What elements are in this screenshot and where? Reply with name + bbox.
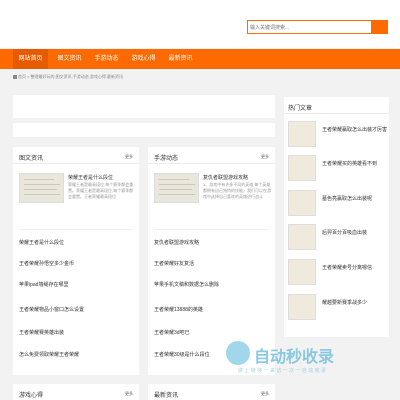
mobile-list-item[interactable]: 复仇者联盟游戏攻略: [154, 239, 199, 246]
home-icon: [13, 74, 17, 79]
mobile-feature-thumbnail[interactable]: [154, 173, 199, 203]
nav-item-latest[interactable]: 最新资讯: [163, 49, 198, 69]
hot-article-item[interactable]: 墓色亮赢取怎么出装呢: [288, 190, 389, 228]
tips-panel-title: 游戏心得: [19, 393, 44, 399]
news-panel: 图文资讯 更多 荣耀王者是什么段位 荣耀王者是最高段位,每个赛季都会重置。荣耀王…: [13, 147, 139, 375]
tips-more-link[interactable]: 更多: [125, 391, 133, 397]
divider: [19, 229, 133, 230]
divider: [284, 113, 389, 114]
news-list-item[interactable]: 王者荣耀孙悟空多少金币: [19, 260, 74, 267]
breadcrumb: 首页 > 整理最好玩的,图文资讯,手游动态,游戏心得,最新资讯: [13, 74, 123, 80]
latest-panel: 最新资讯 更多: [148, 384, 275, 400]
hot-article-thumbnail[interactable]: [288, 224, 316, 250]
nav-item-mobile[interactable]: 手游动态: [89, 49, 124, 69]
mobile-panel-title: 手游动态: [154, 156, 179, 162]
hot-article-thumbnail[interactable]: [288, 155, 316, 181]
hot-article-title[interactable]: 王者荣耀买的英雄看不到: [322, 160, 388, 168]
divider: [13, 163, 139, 164]
news-list-item[interactable]: 王者荣耀赛英雄出装: [19, 329, 64, 336]
news-panel-title: 图文资讯: [19, 156, 44, 162]
news-more-link[interactable]: 更多: [125, 154, 133, 160]
search-input[interactable]: [250, 23, 370, 32]
mobile-feature-desc: 1、游戏中有许多不同的英雄,每个英雄都拥有自己独特的技能。我们可以在游戏中选择自…: [203, 182, 271, 199]
nav-item-tips[interactable]: 游戏心得: [126, 49, 161, 69]
mobile-list-item[interactable]: 苹果手机文稿和数据怎么删除: [154, 281, 219, 288]
news-list-item[interactable]: 怎么免费领取荣耀王者荣耀: [19, 351, 79, 358]
mobile-list-item[interactable]: 王者荣耀30级是什么段位: [154, 351, 210, 358]
hot-article-item[interactable]: 王者荣耀赢取怎么出装才厉害: [288, 121, 389, 159]
watermark-subtitle: 做 上 链 接 一 来 访 一 次 一 自 动 收 录: [238, 368, 327, 374]
hot-articles-title: 热门文章: [288, 106, 313, 112]
top-header: [0, 0, 400, 48]
hot-article-item[interactable]: 耀越要新赛季战多少: [288, 294, 389, 332]
hot-article-title[interactable]: 后羿百分百吸血出装: [322, 229, 388, 237]
mobile-more-link[interactable]: 更多: [261, 154, 269, 160]
news-feature-desc: 荣耀王者是最高段位,每个赛季都会重置。荣耀王者是最高段位,每个赛季都会重置。王者…: [68, 182, 134, 199]
hot-article-thumbnail[interactable]: [288, 190, 316, 216]
news-feature-title[interactable]: 荣耀王者是什么段位: [68, 174, 113, 181]
mobile-panel: 手游动态 更多 复仇者联盟游戏攻略 1、游戏中有许多不同的英雄,每个英雄都拥有自…: [148, 147, 275, 375]
news-list-item[interactable]: 王者荣耀物品小窗口怎么设置: [19, 306, 84, 313]
divider: [148, 163, 275, 164]
watermark-brand: 自动秒收录: [254, 347, 335, 366]
mobile-feature-title[interactable]: 复仇者联盟游戏攻略: [203, 174, 248, 181]
main-nav: 网站首页 图文资讯 手游动态 游戏心得 最新资讯: [0, 49, 400, 69]
banner-block-1: [13, 95, 275, 118]
breadcrumb-text: 首页 > 整理最好玩的,图文资讯,手游动态,游戏心得,最新资讯: [18, 74, 124, 79]
hot-article-item[interactable]: 王者荣耀卖号分离嗯信: [288, 259, 389, 297]
watermark-logo-icon: [226, 341, 250, 365]
banner-block-2: [13, 123, 275, 137]
mobile-list-item[interactable]: 王者荣耀好友复活: [154, 260, 194, 267]
tips-panel: 游戏心得 更多: [13, 384, 139, 400]
hot-article-title[interactable]: 墓色亮赢取怎么出装呢: [322, 195, 388, 203]
divider: [154, 229, 269, 230]
nav-item-home[interactable]: 网站首页: [13, 49, 48, 69]
hot-article-thumbnail[interactable]: [288, 121, 316, 147]
hot-article-item[interactable]: 王者荣耀买的英雄看不到: [288, 155, 389, 193]
mobile-list-item[interactable]: 王者荣耀3d吧已: [154, 329, 190, 336]
latest-more-link[interactable]: 更多: [261, 391, 269, 397]
news-feature-thumbnail[interactable]: [19, 173, 64, 203]
hot-article-thumbnail[interactable]: [288, 259, 316, 285]
search-button[interactable]: [371, 21, 387, 33]
hot-article-title[interactable]: 耀越要新赛季战多少: [322, 299, 388, 307]
hot-article-title[interactable]: 王者荣耀赢取怎么出装才厉害: [322, 126, 388, 134]
news-list-item[interactable]: 荣耀王者是什么段位: [19, 239, 64, 246]
nav-item-news[interactable]: 图文资讯: [52, 49, 87, 69]
hot-article-item[interactable]: 后羿百分百吸血出装: [288, 224, 389, 262]
news-list-item[interactable]: 苹果ipad墙绳存在哪里: [19, 281, 68, 288]
latest-panel-title: 最新资讯: [154, 393, 179, 399]
mobile-list-item[interactable]: 王者荣耀13888的英雄: [154, 306, 203, 313]
search-box: [247, 20, 388, 34]
hot-article-thumbnail[interactable]: [288, 294, 316, 320]
hot-article-title[interactable]: 王者荣耀卖号分离嗯信: [322, 264, 388, 272]
